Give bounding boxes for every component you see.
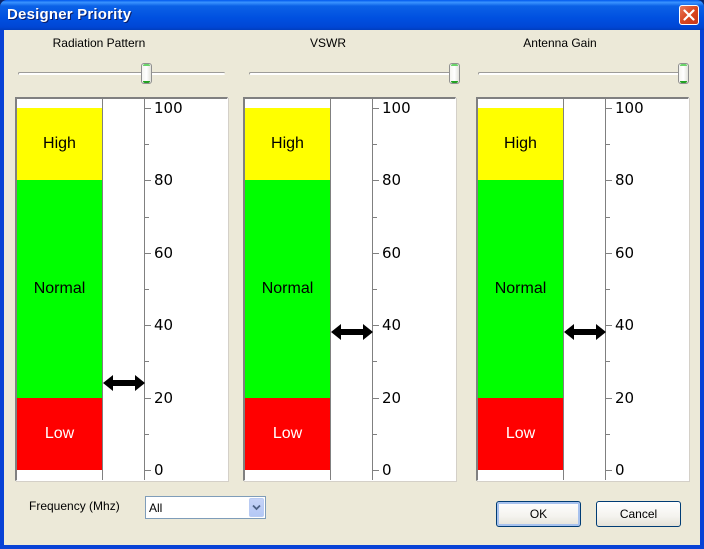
close-x-icon	[683, 9, 695, 21]
tick-label: 60	[382, 243, 402, 262]
frequency-select[interactable]: All	[145, 496, 266, 519]
minor-tick	[606, 144, 610, 146]
title-bar[interactable]: Designer Priority	[0, 0, 704, 30]
value-indicator-arrow-icon[interactable]	[564, 323, 606, 341]
gauge-antenna-gain: High Normal Low 0 20 40 60 80 100	[476, 97, 689, 481]
tick-label: 20	[615, 388, 635, 407]
tick-label: 0	[154, 461, 164, 479]
zone-high: High	[478, 108, 563, 181]
slider-track[interactable]	[18, 72, 225, 75]
gauge-divider	[102, 99, 103, 480]
minor-tick	[606, 289, 610, 290]
window-frame-right	[700, 30, 704, 549]
tick-label: 20	[382, 388, 402, 407]
major-tick	[373, 397, 379, 399]
major-tick	[373, 180, 379, 182]
slider-thumb[interactable]	[140, 63, 152, 84]
minor-tick	[145, 361, 149, 363]
zone-normal: Normal	[17, 180, 102, 398]
gauge-vswr: High Normal Low 0 20 40 60 80 100	[243, 97, 456, 481]
tick-label: 60	[615, 243, 635, 262]
gauge-radiation-pattern: High Normal Low 0 20 40 60 80 100	[15, 97, 228, 481]
window-frame-bottom	[0, 545, 704, 549]
major-tick	[145, 397, 151, 399]
panel-label-vswr: VSWR	[310, 36, 346, 50]
zone-low: Low	[17, 397, 102, 470]
zone-high: High	[17, 108, 102, 181]
panel-label-radiation-pattern: Radiation Pattern	[52, 36, 146, 50]
tick-label: 0	[615, 461, 625, 479]
minor-tick	[373, 216, 377, 218]
major-tick	[145, 180, 151, 182]
tick-label: 80	[154, 171, 174, 190]
ok-button[interactable]: OK	[496, 501, 581, 527]
major-tick	[373, 108, 379, 109]
minor-tick	[373, 361, 377, 363]
major-tick	[606, 325, 612, 327]
major-tick	[606, 180, 612, 182]
slider-track[interactable]	[478, 72, 685, 75]
frequency-label: Frequency (Mhz)	[29, 499, 120, 513]
major-tick	[373, 252, 379, 254]
tick-label: 20	[154, 388, 174, 407]
dropdown-button[interactable]	[249, 498, 264, 517]
tick-label: 100	[615, 99, 644, 117]
zone-low: Low	[478, 397, 563, 470]
slider-track[interactable]	[249, 72, 456, 75]
zone-normal: Normal	[478, 180, 563, 398]
minor-tick	[145, 216, 149, 218]
tick-label: 40	[382, 316, 402, 335]
major-tick	[606, 252, 612, 254]
tick-label: 40	[154, 316, 174, 335]
value-indicator-arrow-icon[interactable]	[103, 374, 145, 392]
zone-low: Low	[245, 397, 330, 470]
minor-tick	[373, 144, 377, 146]
tick-label: 60	[154, 243, 174, 262]
major-tick	[145, 470, 151, 471]
tick-label: 100	[154, 99, 183, 117]
major-tick	[373, 470, 379, 471]
tick-label: 100	[382, 99, 411, 117]
minor-tick	[606, 216, 610, 218]
frequency-selected-value: All	[149, 501, 163, 515]
window-title: Designer Priority	[7, 6, 132, 23]
major-tick	[606, 397, 612, 399]
chevron-down-icon	[252, 504, 261, 511]
slider-vswr[interactable]	[249, 63, 460, 85]
minor-tick	[373, 433, 377, 435]
designer-priority-dialog: Designer Priority Radiation Pattern VSWR…	[0, 0, 704, 549]
value-indicator-arrow-icon[interactable]	[331, 323, 373, 341]
minor-tick	[145, 144, 149, 146]
zone-high: High	[245, 108, 330, 181]
tick-label: 0	[382, 461, 392, 479]
minor-tick	[145, 433, 149, 435]
major-tick	[606, 470, 612, 471]
slider-radiation-pattern[interactable]	[18, 63, 225, 85]
major-tick	[606, 108, 612, 109]
minor-tick	[145, 289, 149, 290]
slider-antenna-gain[interactable]	[478, 63, 689, 85]
minor-tick	[606, 361, 610, 363]
slider-thumb[interactable]	[678, 63, 689, 84]
tick-label: 80	[615, 171, 635, 190]
minor-tick	[373, 289, 377, 290]
gauge-divider	[563, 99, 564, 480]
close-button[interactable]	[679, 5, 699, 25]
slider-thumb[interactable]	[449, 63, 460, 84]
panel-label-antenna-gain: Antenna Gain	[523, 36, 597, 50]
cancel-button[interactable]: Cancel	[596, 501, 681, 527]
major-tick	[145, 108, 151, 109]
major-tick	[145, 252, 151, 254]
major-tick	[145, 325, 151, 327]
zone-normal: Normal	[245, 180, 330, 398]
gauge-divider	[330, 99, 331, 480]
tick-label: 40	[615, 316, 635, 335]
major-tick	[373, 325, 379, 327]
minor-tick	[606, 433, 610, 435]
tick-label: 80	[382, 171, 402, 190]
